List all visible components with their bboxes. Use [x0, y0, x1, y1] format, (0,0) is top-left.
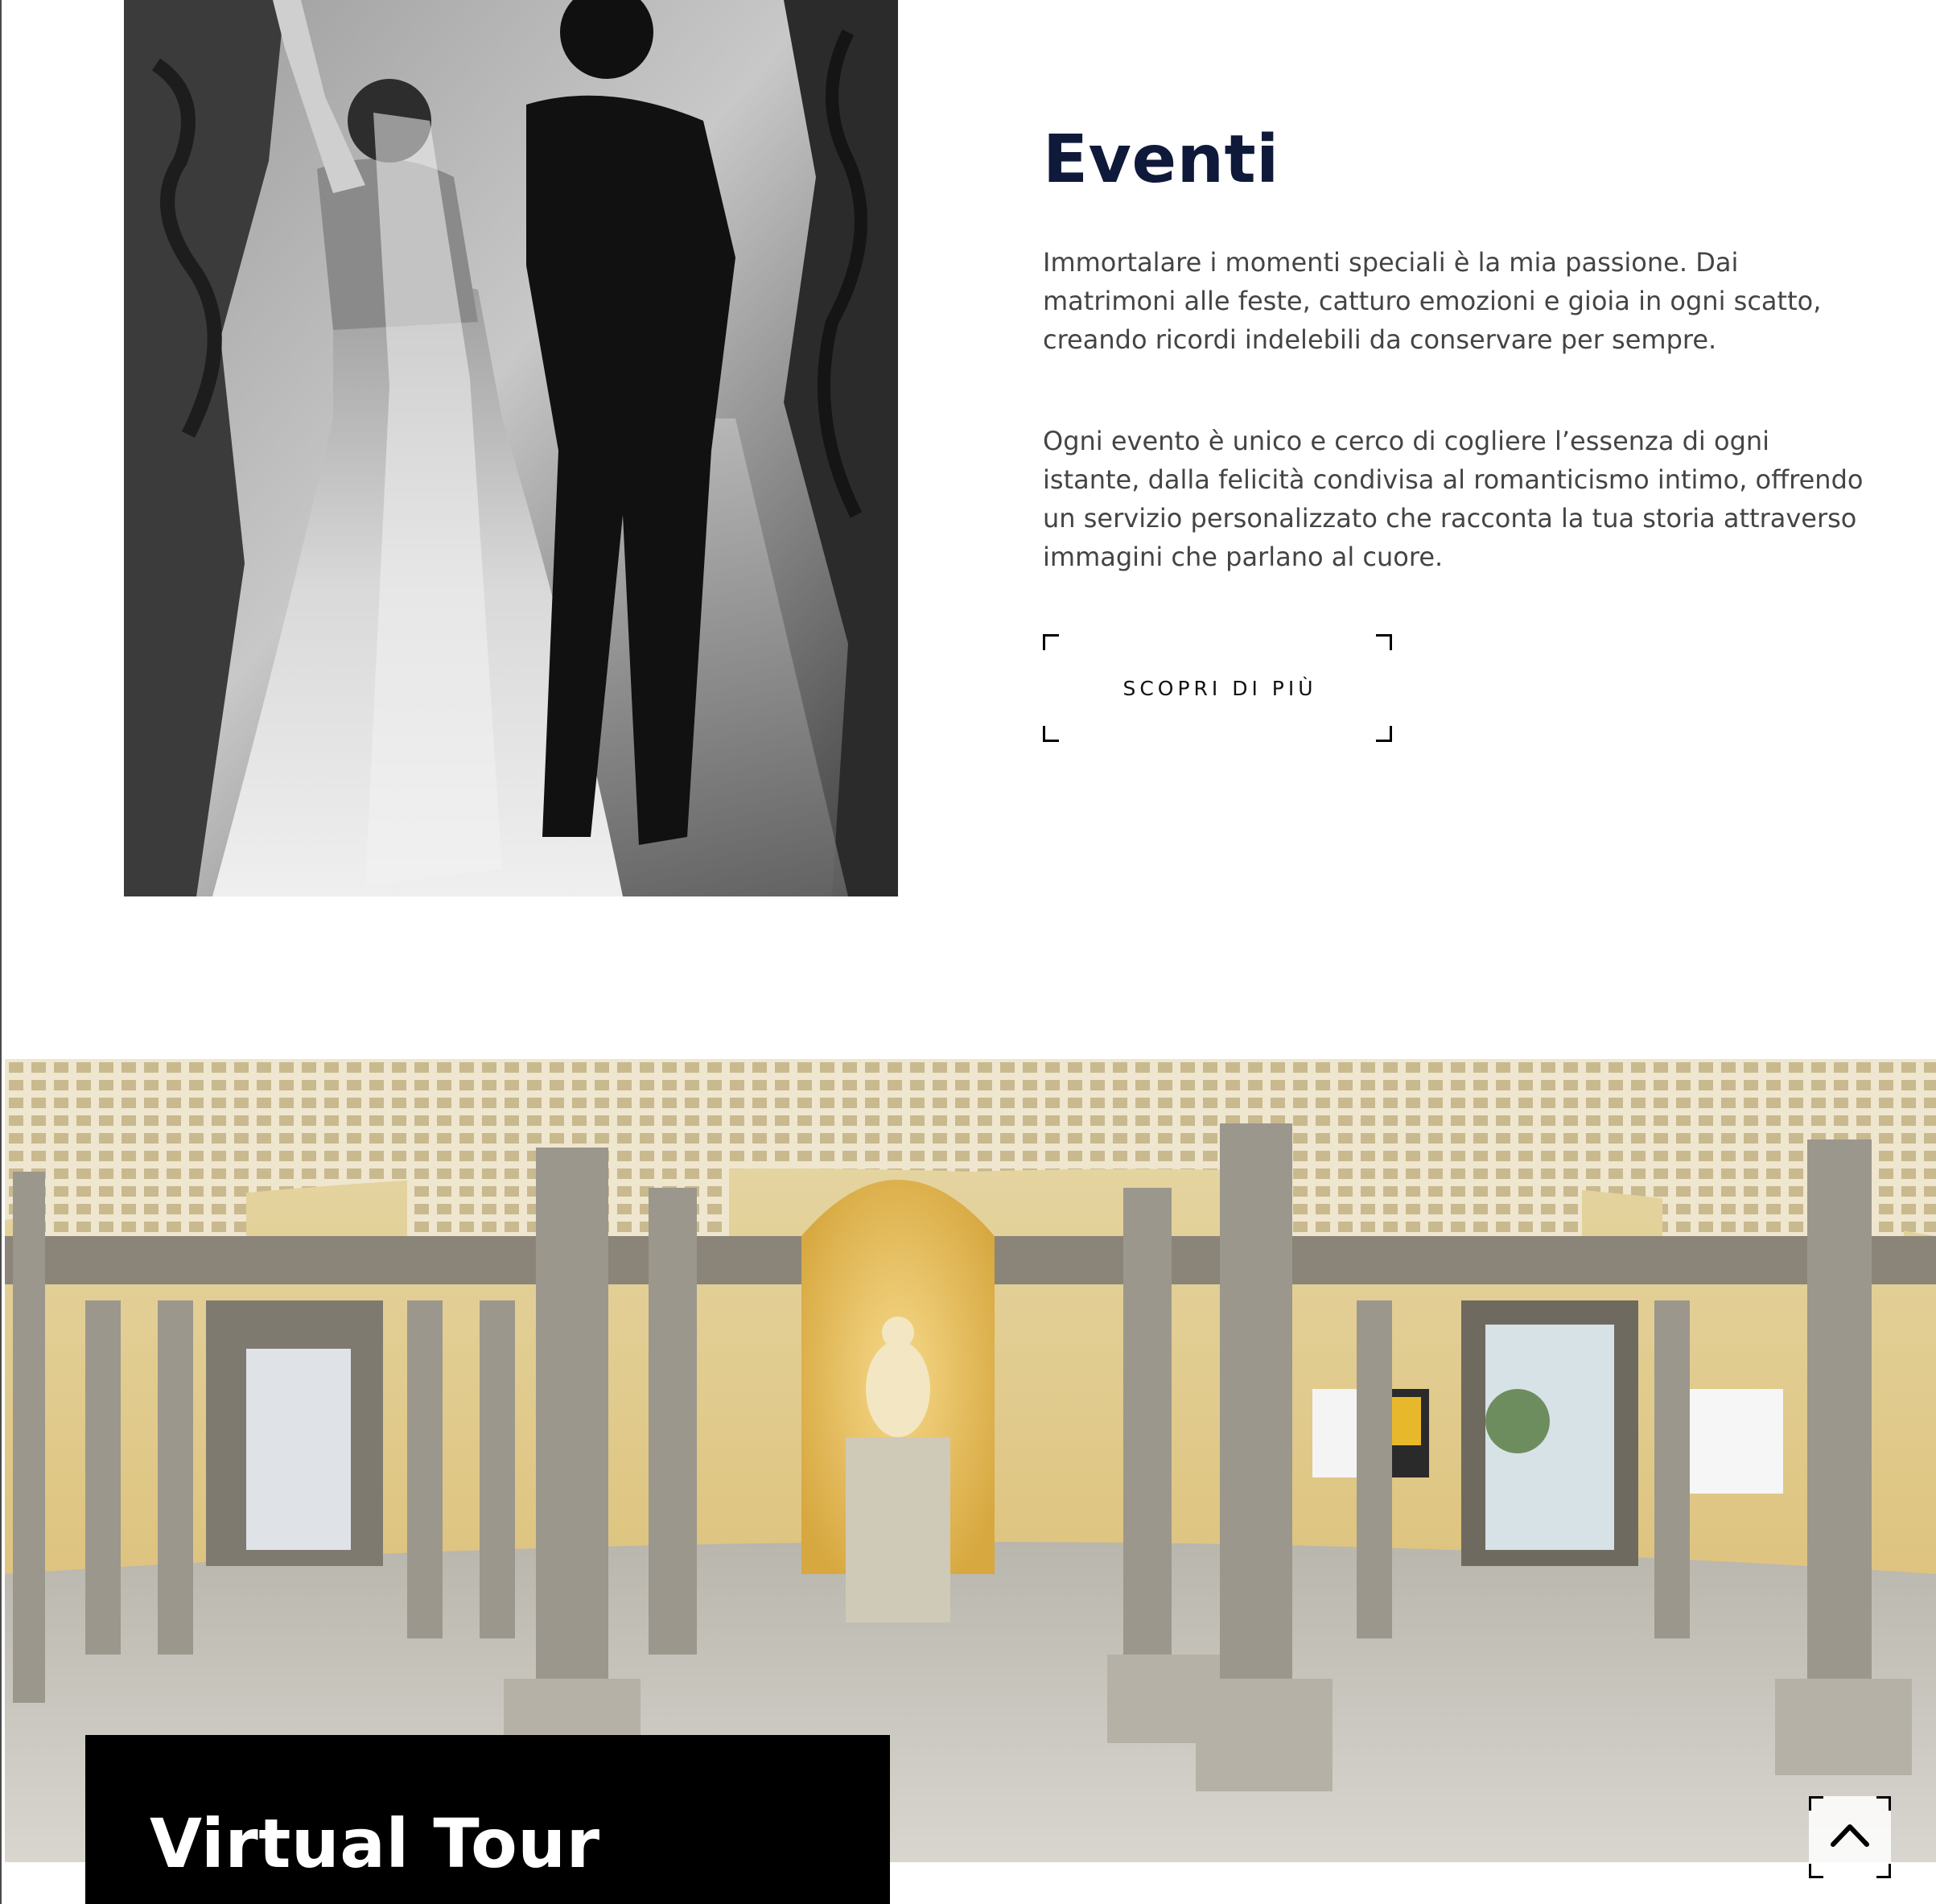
- left-border: [0, 0, 2, 1904]
- wedding-couple-photo: [124, 0, 898, 896]
- bracket-corner: [1809, 1796, 1823, 1811]
- virtual-tour-title: Virtual Tour: [150, 1804, 600, 1883]
- bracket-corner: [1376, 634, 1392, 650]
- discover-more-label: SCOPRI DI PIÙ: [1122, 676, 1317, 700]
- bracket-corner: [1043, 634, 1059, 650]
- virtual-tour-box: Virtual Tour: [85, 1735, 890, 1904]
- bracket-corner: [1876, 1864, 1891, 1878]
- events-title: Eventi: [1043, 122, 1279, 198]
- events-paragraph-2: Ogni evento è unico e cerco di cogliere …: [1043, 426, 1864, 573]
- chevron-up-icon: [1831, 1824, 1869, 1847]
- bracket-corner: [1876, 1796, 1891, 1811]
- bracket-corner: [1376, 726, 1392, 742]
- bracket-corner: [1043, 726, 1059, 742]
- events-paragraph-1: Immortalare i momenti speciali è la mia …: [1043, 247, 1822, 356]
- bracket-corner: [1809, 1864, 1823, 1878]
- scroll-to-top-button[interactable]: [1809, 1796, 1891, 1878]
- discover-more-button[interactable]: SCOPRI DI PIÙ: [1043, 634, 1392, 742]
- events-text: Eventi Immortalare i momenti speciali è …: [1043, 121, 1864, 576]
- page: Eventi Immortalare i momenti speciali è …: [0, 0, 1936, 1904]
